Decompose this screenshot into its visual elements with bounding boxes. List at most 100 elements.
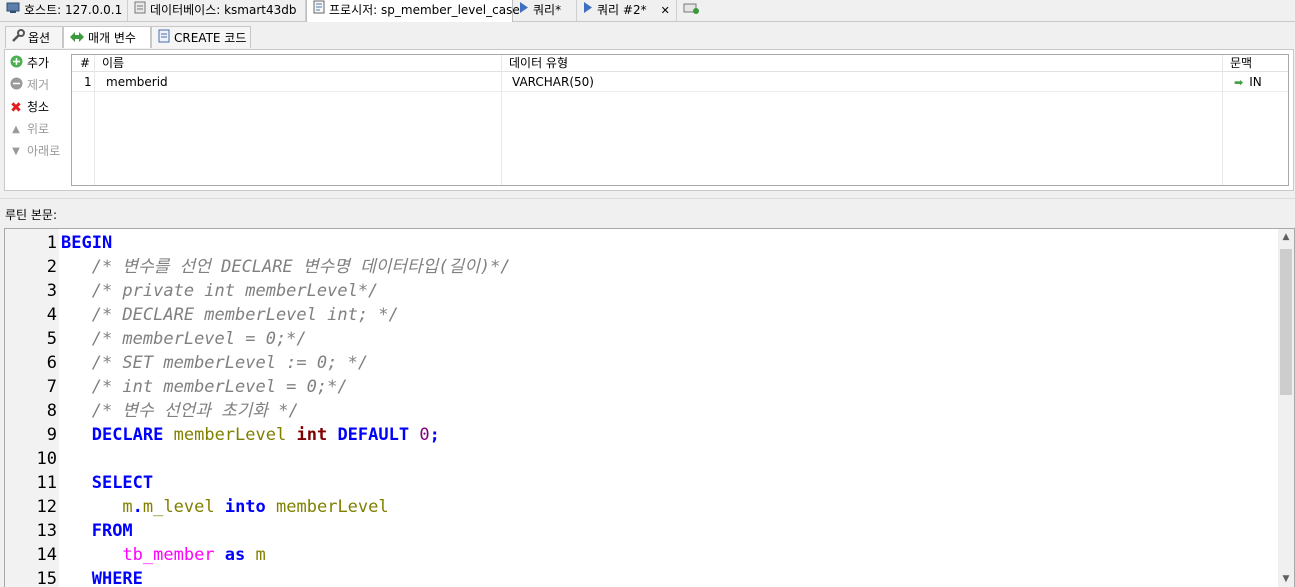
line-number: 11 — [36, 473, 57, 493]
code-text: m.m_level into memberLevel — [61, 495, 389, 519]
code-token: memberLevel — [276, 497, 389, 517]
line-number: 9 — [46, 425, 57, 445]
row-divider — [72, 91, 1288, 92]
tab-host[interactable]: 호스트: 127.0.0.1 — [0, 0, 128, 21]
param-name[interactable]: memberid — [106, 74, 168, 90]
tab-query[interactable]: 쿼리* — [513, 0, 577, 21]
code-text: /* SET memberLevel := 0; */ — [61, 351, 368, 375]
parameters-panel: 추가 제거 ✖ 청소 ▲ 위로 ▼ 아래로 # 이름 데이터 유형 문맥 1 memb… — [4, 49, 1294, 191]
code-token: /* private int memberLevel*/ — [91, 281, 379, 301]
tab-create-code[interactable]: CREATE 코드 — [151, 26, 251, 48]
subtab-label: 매개 변수 — [88, 31, 136, 45]
line-number: 14 — [36, 545, 57, 565]
code-token: FROM — [91, 521, 133, 541]
code-text: /* memberLevel = 0;*/ — [61, 327, 307, 351]
routine-body-label: 루틴 본문: — [5, 208, 58, 222]
code-token: int — [296, 425, 328, 445]
wrench-icon — [11, 28, 25, 50]
code-text: FROM — [61, 519, 133, 543]
code-token: /* DECLARE memberLevel int; */ — [91, 305, 399, 325]
line-number: 4 — [46, 305, 57, 325]
tab-label: 데이터베이스: ksmart43db — [150, 3, 297, 17]
routine-body-editor[interactable]: 1 BEGIN 2 /* 변수를 선언 DECLARE 변수명 데이터타입(길이)*… — [4, 228, 1295, 587]
tab-label: 프로시저: sp_member_level_case — [329, 3, 520, 17]
move-down-button[interactable]: ▼ 아래로 — [9, 142, 73, 164]
database-icon — [134, 0, 146, 21]
code-token: /* 변수 선언과 초기화 */ — [91, 401, 299, 421]
line-number: 13 — [36, 521, 57, 541]
code-text: /* private int memberLevel*/ — [61, 279, 379, 303]
code-token: 0 — [419, 425, 430, 445]
new-query-tab-icon — [683, 0, 699, 21]
param-context[interactable]: ➡ IN — [1234, 74, 1262, 91]
code-token: m — [255, 545, 266, 565]
row-number: 1 — [84, 75, 92, 89]
column-header-num[interactable]: # — [80, 55, 90, 71]
procedure-icon — [313, 0, 325, 21]
new-tab-button[interactable] — [677, 0, 707, 21]
scroll-up-icon[interactable]: ▲ — [1278, 229, 1294, 245]
code-text: DECLARE memberLevel int DEFAULT 0; — [61, 423, 440, 447]
line-number: 5 — [46, 329, 57, 349]
column-divider — [501, 55, 502, 185]
tab-options[interactable]: 옵션 — [5, 26, 63, 48]
line-number: 10 — [36, 449, 57, 469]
tab-parameters[interactable]: 매개 변수 — [63, 26, 151, 48]
code-token: WHERE — [91, 569, 143, 587]
host-icon — [6, 0, 20, 21]
clear-icon: ✖ — [10, 99, 22, 116]
line-number: 15 — [36, 569, 57, 587]
scroll-thumb[interactable] — [1280, 249, 1292, 395]
remove-button[interactable]: 제거 — [9, 76, 73, 98]
query-play-icon — [519, 0, 529, 21]
move-up-button[interactable]: ▲ 위로 — [9, 120, 73, 142]
code-token: /* 변수를 선언 DECLARE 변수명 데이터타입(길이)*/ — [91, 257, 511, 277]
code-token: /* memberLevel = 0;*/ — [91, 329, 307, 349]
in-arrow-icon: ➡ — [1234, 76, 1244, 89]
code-token: /* SET memberLevel := 0; */ — [91, 353, 369, 373]
tab-label: 호스트: 127.0.0.1 — [24, 3, 123, 17]
splitter[interactable] — [0, 198, 1295, 199]
clear-button[interactable]: ✖ 청소 — [9, 98, 73, 120]
vertical-scrollbar[interactable]: ▲ ▼ — [1278, 229, 1294, 587]
subtab-label: CREATE 코드 — [174, 31, 247, 45]
grid-header: # 이름 데이터 유형 문맥 — [72, 55, 1288, 72]
add-button[interactable]: 추가 — [9, 54, 73, 76]
tab-query-2[interactable]: 쿼리 #2* ✕ — [577, 0, 677, 21]
column-header-type[interactable]: 데이터 유형 — [509, 55, 568, 71]
tab-database[interactable]: 데이터베이스: ksmart43db — [128, 0, 306, 21]
param-type[interactable]: VARCHAR(50) — [512, 74, 594, 90]
code-text: BEGIN — [61, 231, 112, 255]
line-number: 6 — [46, 353, 57, 373]
code-token: /* int memberLevel = 0;*/ — [91, 377, 348, 397]
query-play-icon — [583, 0, 593, 21]
document-tab-bar: 호스트: 127.0.0.1 데이터베이스: ksmart43db 프로시저: … — [0, 0, 1295, 22]
code-text: SELECT — [61, 471, 153, 495]
code-token: into — [224, 497, 266, 517]
line-number: 3 — [46, 281, 57, 301]
column-header-name[interactable]: 이름 — [102, 55, 124, 71]
scroll-down-icon[interactable]: ▼ — [1278, 571, 1294, 587]
tab-procedure[interactable]: 프로시저: sp_member_level_case — [306, 0, 520, 22]
tab-label: 쿼리* — [533, 3, 562, 17]
code-token: DECLARE — [91, 425, 164, 445]
column-header-context[interactable]: 문맥 — [1230, 55, 1252, 71]
parameters-grid[interactable]: # 이름 데이터 유형 문맥 1 memberid VARCHAR(50) ➡ I… — [71, 54, 1289, 186]
code-token: SELECT — [91, 473, 154, 493]
close-icon[interactable]: ✕ — [661, 4, 670, 17]
line-number: 12 — [36, 497, 57, 517]
